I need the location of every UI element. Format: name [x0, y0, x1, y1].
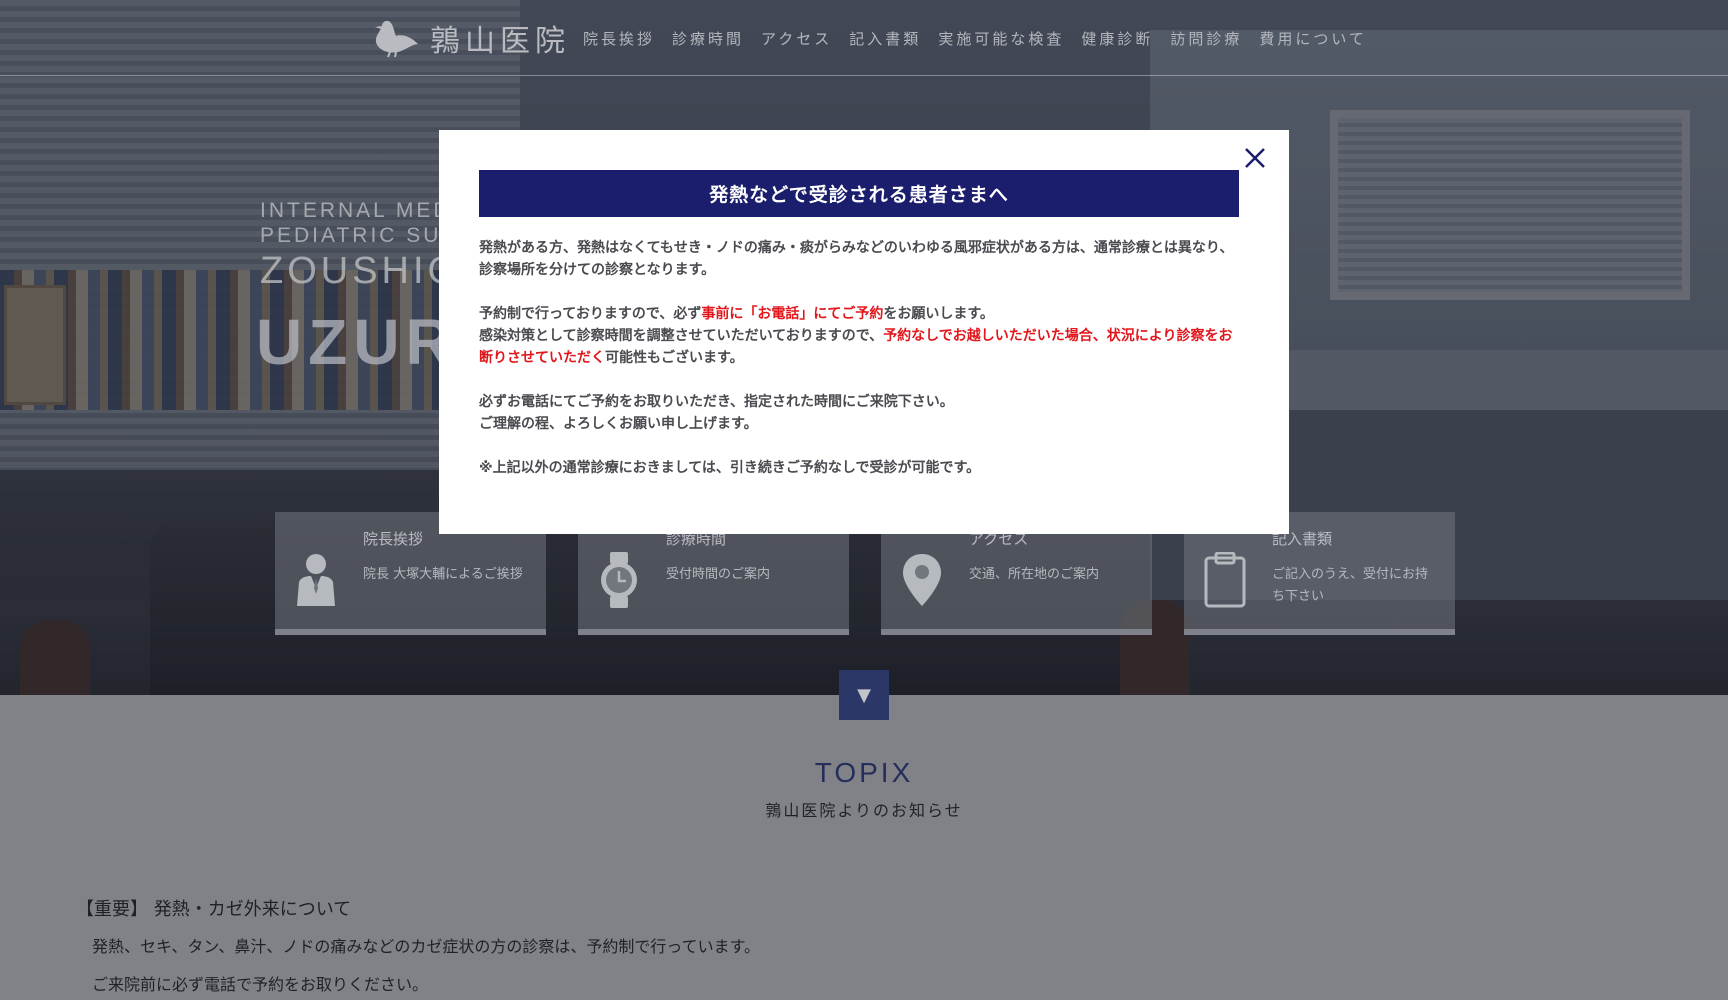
modal-paragraph: ※上記以外の通常診療におきましては、引き続きご予約なしで受診が可能です。 [479, 460, 981, 476]
modal-text: 感染対策として診察時間を調整させていただいておりますので、 [479, 328, 884, 344]
modal-paragraph: 発熱がある方、発熱はなくてもせき・ノドの痛み・痰がらみなどのいわゆる風邪症状があ… [479, 240, 1234, 278]
modal-body: 発熱がある方、発熱はなくてもせき・ノドの痛み・痰がらみなどのいわゆる風邪症状があ… [479, 237, 1239, 501]
modal-text: 予約制で行っておりますので、必ず [479, 306, 702, 322]
modal-text: 可能性もございます。 [605, 350, 744, 366]
modal-text: 必ずお電話にてご予約をお取りいただき、指定された時間にご来院下さい。 [479, 394, 954, 410]
modal-title: 発熱などで受診される患者さまへ [479, 170, 1239, 217]
modal-paragraph: 予約制で行っておりますので、必ず事前に「お電話」にてご予約をお願いします。 感染… [479, 303, 1239, 369]
modal-paragraph: 必ずお電話にてご予約をお取りいただき、指定された時間にご来院下さい。 ご理解の程… [479, 391, 1239, 435]
modal-text: ご理解の程、よろしくお願い申し上げます。 [479, 416, 758, 432]
modal-text: をお願いします。 [883, 306, 994, 322]
close-icon[interactable] [1241, 144, 1269, 172]
notice-modal: 発熱などで受診される患者さまへ 発熱がある方、発熱はなくてもせき・ノドの痛み・痰… [439, 130, 1289, 534]
modal-warning-text: 事前に「お電話」にてご予約 [701, 306, 884, 322]
